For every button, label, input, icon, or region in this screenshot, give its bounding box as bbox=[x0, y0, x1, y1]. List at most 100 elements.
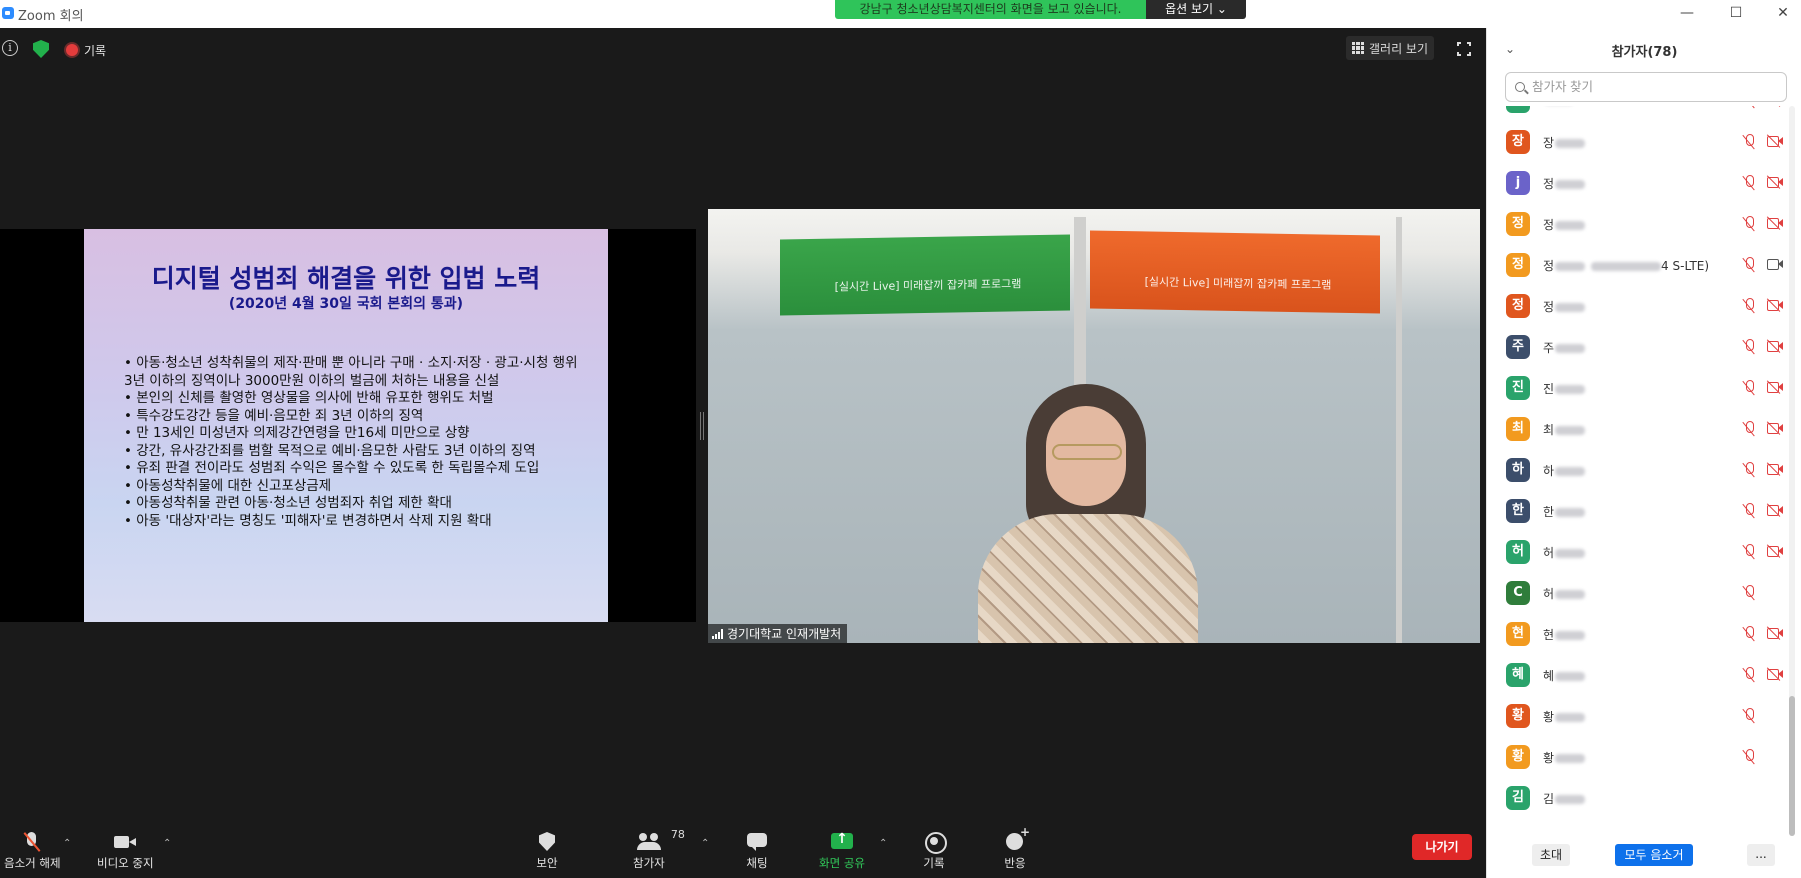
redacted-name bbox=[1591, 262, 1662, 271]
participant-avatar: 정 bbox=[1506, 294, 1530, 318]
view-options-button[interactable]: 옵션 보기 ⌄ bbox=[1146, 0, 1246, 19]
participant-avatar: 장 bbox=[1506, 130, 1530, 154]
mute-all-button[interactable]: 모두 음소거 bbox=[1615, 844, 1693, 866]
participant-row[interactable]: 현현 bbox=[1487, 613, 1787, 654]
redacted-name bbox=[1555, 631, 1586, 640]
redacted-name bbox=[1555, 344, 1586, 353]
maximize-button[interactable]: ☐ bbox=[1718, 2, 1754, 24]
speaker-video[interactable]: [실시간 Live] 미래잡끼 잡카페 프로그램 [실시간 Live] 미래잡끼… bbox=[708, 209, 1480, 643]
participant-device-suffix: 4 S-LTE) bbox=[1661, 259, 1710, 273]
participant-row[interactable]: 김김 bbox=[1487, 777, 1787, 818]
video-off-icon bbox=[1766, 421, 1783, 435]
gallery-view-button[interactable]: 갤러리 보기 bbox=[1346, 36, 1435, 60]
participant-avatar: 황 bbox=[1506, 704, 1530, 728]
slide-bullet: • 아동성착취물에 대한 신고포상금제 bbox=[124, 477, 332, 494]
orange-banner: [실시간 Live] 미래잡끼 잡카페 프로그램 bbox=[1090, 230, 1380, 314]
participant-name-text: 주 bbox=[1543, 341, 1555, 355]
leave-meeting-button[interactable]: 나가기 bbox=[1412, 834, 1472, 860]
redacted-name bbox=[1555, 754, 1586, 763]
gallery-view-label: 갤러리 보기 bbox=[1369, 41, 1429, 56]
split-divider-handle[interactable] bbox=[700, 412, 704, 440]
participant-row[interactable]: 진 bbox=[1487, 106, 1787, 121]
participant-row[interactable]: 정정 4 S-LTE) bbox=[1487, 244, 1787, 285]
chat-button[interactable]: 채팅 bbox=[745, 832, 769, 872]
record-icon bbox=[922, 832, 947, 854]
fullscreen-icon[interactable] bbox=[1456, 41, 1472, 57]
share-screen-icon bbox=[830, 831, 854, 852]
muted-mic-icon bbox=[20, 832, 44, 852]
security-button[interactable]: 보안 bbox=[535, 832, 559, 872]
video-options-caret[interactable]: ⌃ bbox=[163, 838, 171, 849]
close-window-button[interactable]: ✕ bbox=[1765, 2, 1801, 24]
participant-row[interactable]: 혜혜 bbox=[1487, 654, 1787, 695]
participant-avatar: C bbox=[1506, 581, 1530, 605]
participant-search-input[interactable] bbox=[1505, 72, 1787, 102]
participant-row[interactable]: C허 bbox=[1487, 572, 1787, 613]
record-button[interactable]: 기록 bbox=[922, 832, 947, 872]
unmute-label: 음소거 해제 bbox=[4, 856, 61, 870]
participant-name bbox=[1543, 106, 1574, 107]
participant-row[interactable]: 황황 bbox=[1487, 736, 1787, 777]
redacted-name bbox=[1555, 303, 1586, 312]
participant-row[interactable]: 진진 bbox=[1487, 367, 1787, 408]
participant-row[interactable]: j정 bbox=[1487, 162, 1787, 203]
participant-avatar: 한 bbox=[1506, 499, 1530, 523]
participant-name-text: 황 bbox=[1543, 751, 1555, 765]
participant-name: 하 bbox=[1543, 462, 1586, 479]
redacted-name bbox=[1555, 385, 1586, 394]
participant-avatar: 혜 bbox=[1506, 663, 1530, 687]
encryption-shield-icon[interactable] bbox=[33, 40, 49, 58]
muted-mic-icon bbox=[1742, 257, 1756, 273]
invite-button[interactable]: 초대 bbox=[1532, 844, 1570, 866]
participant-row[interactable]: 정정 bbox=[1487, 285, 1787, 326]
participant-name-text: 최 bbox=[1543, 423, 1555, 437]
muted-mic-icon bbox=[1742, 462, 1756, 478]
muted-mic-icon bbox=[1742, 708, 1756, 724]
participant-row[interactable]: 정정 bbox=[1487, 203, 1787, 244]
participant-avatar: 진 bbox=[1506, 106, 1530, 113]
more-options-button[interactable]: ... bbox=[1747, 844, 1775, 866]
redacted-name bbox=[1555, 508, 1586, 517]
share-options-caret[interactable]: ⌃ bbox=[879, 838, 887, 849]
participants-options-caret[interactable]: ⌃ bbox=[701, 838, 709, 849]
participant-name: 허 bbox=[1543, 544, 1586, 561]
video-off-icon bbox=[1766, 216, 1783, 230]
muted-mic-icon bbox=[1742, 503, 1756, 519]
unmute-button[interactable]: 음소거 해제 bbox=[4, 832, 61, 872]
recording-indicator[interactable]: 기록 bbox=[66, 40, 106, 60]
muted-mic-icon bbox=[1742, 175, 1756, 191]
participants-button[interactable]: 78 참가자 bbox=[633, 828, 685, 872]
participant-row[interactable]: 한한 bbox=[1487, 490, 1787, 531]
participant-name-text: 허 bbox=[1543, 546, 1555, 560]
participant-row[interactable]: 최최 bbox=[1487, 408, 1787, 449]
participant-avatar: 허 bbox=[1506, 540, 1530, 564]
participant-name-text: 혜 bbox=[1543, 669, 1555, 683]
reactions-label: 반응 bbox=[1004, 856, 1026, 870]
video-off-icon bbox=[1766, 298, 1783, 312]
participant-row[interactable]: 장장 bbox=[1487, 121, 1787, 162]
share-screen-button[interactable]: 화면 공유 bbox=[819, 831, 865, 872]
participant-row[interactable]: 허허 bbox=[1487, 531, 1787, 572]
slide-bullet: • 만 13세인 미성년자 의제강간연령을 만16세 미만으로 상향 bbox=[124, 425, 470, 441]
audio-options-caret[interactable]: ⌃ bbox=[63, 838, 71, 849]
participant-avatar: 현 bbox=[1506, 622, 1530, 646]
participant-row[interactable]: 황황 bbox=[1487, 695, 1787, 736]
stop-video-button[interactable]: 비디오 중지 bbox=[97, 832, 154, 872]
participant-list-scrollbar[interactable] bbox=[1789, 106, 1795, 836]
minimize-button[interactable]: — bbox=[1669, 2, 1705, 24]
participant-row[interactable]: 하하 bbox=[1487, 449, 1787, 490]
participant-row[interactable]: 주주 bbox=[1487, 326, 1787, 367]
slide-bullet-list: • 아동·청소년 성착취물의 제작·판매 뿐 아니라 구매 · 소지·저장 · … bbox=[124, 355, 584, 530]
meeting-info-icon[interactable]: i bbox=[2, 40, 18, 56]
recording-label: 기록 bbox=[84, 43, 107, 58]
speaker-name: 경기대학교 인재개발처 bbox=[727, 627, 842, 641]
scrollbar-thumb[interactable] bbox=[1789, 696, 1795, 836]
participants-footer: 초대 모두 음소거 ... bbox=[1487, 836, 1801, 878]
reactions-button[interactable]: 반응 bbox=[1003, 825, 1030, 872]
muted-mic-icon bbox=[1742, 216, 1756, 232]
participant-name-text: 김 bbox=[1543, 792, 1555, 806]
slide-bullet: • 아동·청소년 성착취물의 제작·판매 뿐 아니라 구매 · 소지·저장 · … bbox=[124, 355, 578, 389]
redacted-name bbox=[1555, 467, 1586, 476]
meeting-toolbar: 음소거 해제 ⌃ 비디오 중지 ⌃ 보안 78 참가자 ⌃ 채팅 화면 공유 ⌃ bbox=[0, 820, 1486, 878]
video-off-icon bbox=[1766, 626, 1783, 640]
